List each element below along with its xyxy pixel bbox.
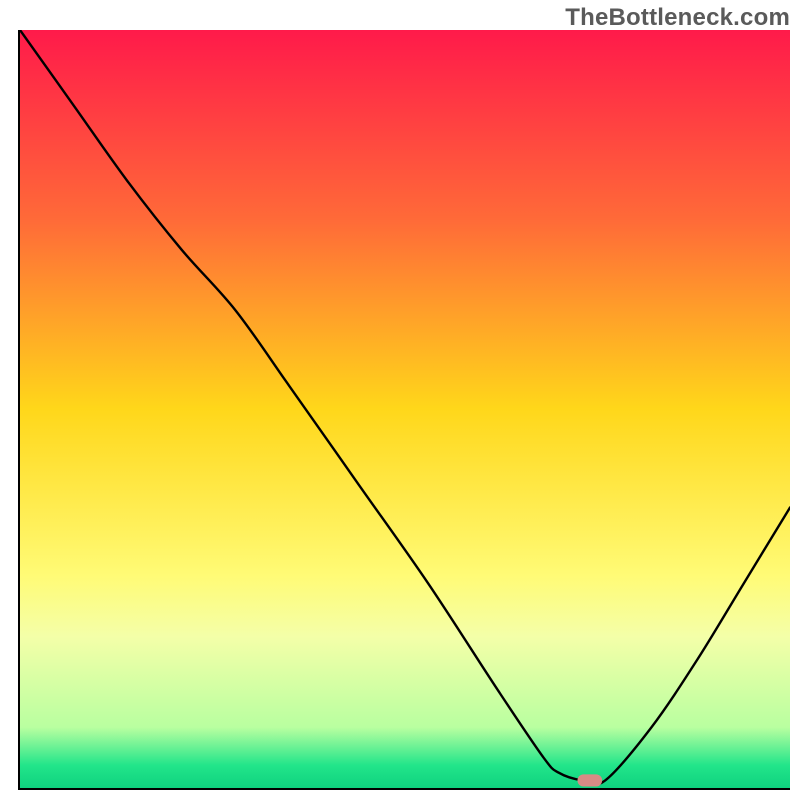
bottleneck-chart: TheBottleneck.com (0, 0, 800, 800)
watermark-text: TheBottleneck.com (565, 4, 790, 32)
chart-axes (18, 30, 790, 790)
